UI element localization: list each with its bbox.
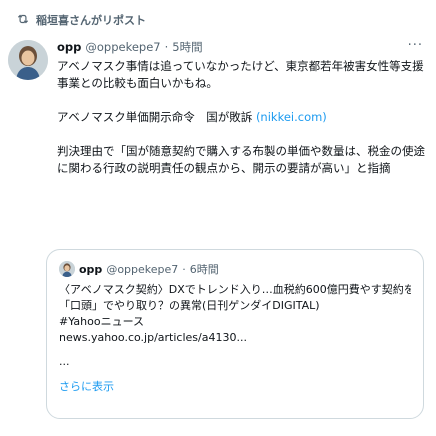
headline-link[interactable]: (nikkei.com) — [256, 110, 327, 124]
author-handle[interactable]: @oppekepe7 — [85, 40, 160, 54]
tweet-body: アベノマスク事情は追っていなかったけど、東京都若年被害女性等支援事業との比較も面… — [57, 58, 427, 177]
quote-avatar — [59, 261, 75, 277]
tweet-header: opp @oppekepe7 · 5時間 — [57, 38, 427, 56]
tweet-paragraph: 判決理由で「国が随意契約で購入する布製の単価や数量は、税金の使途に関わる行政の説… — [57, 144, 425, 175]
repost-label: 稲垣喜さんがリポスト — [36, 14, 146, 27]
tweet-paragraph: アベノマスク事情は追っていなかったけど、東京都若年被害女性等支援事業との比較も面… — [57, 59, 424, 90]
quote-body: 〈アベノマスク契約〉DXでトレンド入り…血税約600億円費やす契約を 「口頭」で… — [59, 282, 411, 370]
quote-line: 〈アベノマスク契約〉DXでトレンド入り…血税約600億円費やす契約を — [59, 283, 411, 296]
quote-ellipsis: ... — [59, 355, 70, 368]
separator: · — [164, 40, 169, 54]
show-more-link[interactable]: さらに表示 — [59, 378, 114, 394]
quote-url: news.yahoo.co.jp/articles/a4130... — [59, 331, 247, 344]
quote-author-handle: @oppekepe7 — [106, 262, 179, 276]
avatar[interactable] — [8, 40, 48, 80]
more-options-icon[interactable]: ··· — [408, 38, 423, 53]
author-name[interactable]: opp — [57, 40, 81, 54]
quote-header: opp @oppekepe7 · 6時間 — [59, 260, 411, 278]
quote-hashtag: #Yahooニュース — [59, 315, 145, 328]
quote-line: 「口頭」でやり取り？の異常(日刊ゲンダイDIGITAL) — [59, 299, 320, 312]
repost-indicator[interactable]: 稲垣喜さんがリポスト — [16, 11, 146, 29]
repost-icon — [16, 12, 30, 29]
timestamp[interactable]: 5時間 — [172, 39, 202, 55]
separator: · — [182, 262, 186, 276]
quote-author-name: opp — [79, 262, 103, 276]
tweet: opp @oppekepe7 · 5時間 ··· アベノマスク事情は追っていなか… — [57, 38, 427, 177]
quoted-tweet[interactable]: opp @oppekepe7 · 6時間 〈アベノマスク契約〉DXでトレンド入り… — [46, 249, 424, 419]
quote-timestamp: 6時間 — [189, 263, 219, 276]
tweet-paragraph-headline: アベノマスク単価開示命令 国が敗訴 (nikkei.com) — [57, 109, 427, 126]
headline-text: アベノマスク単価開示命令 国が敗訴 — [57, 110, 256, 124]
